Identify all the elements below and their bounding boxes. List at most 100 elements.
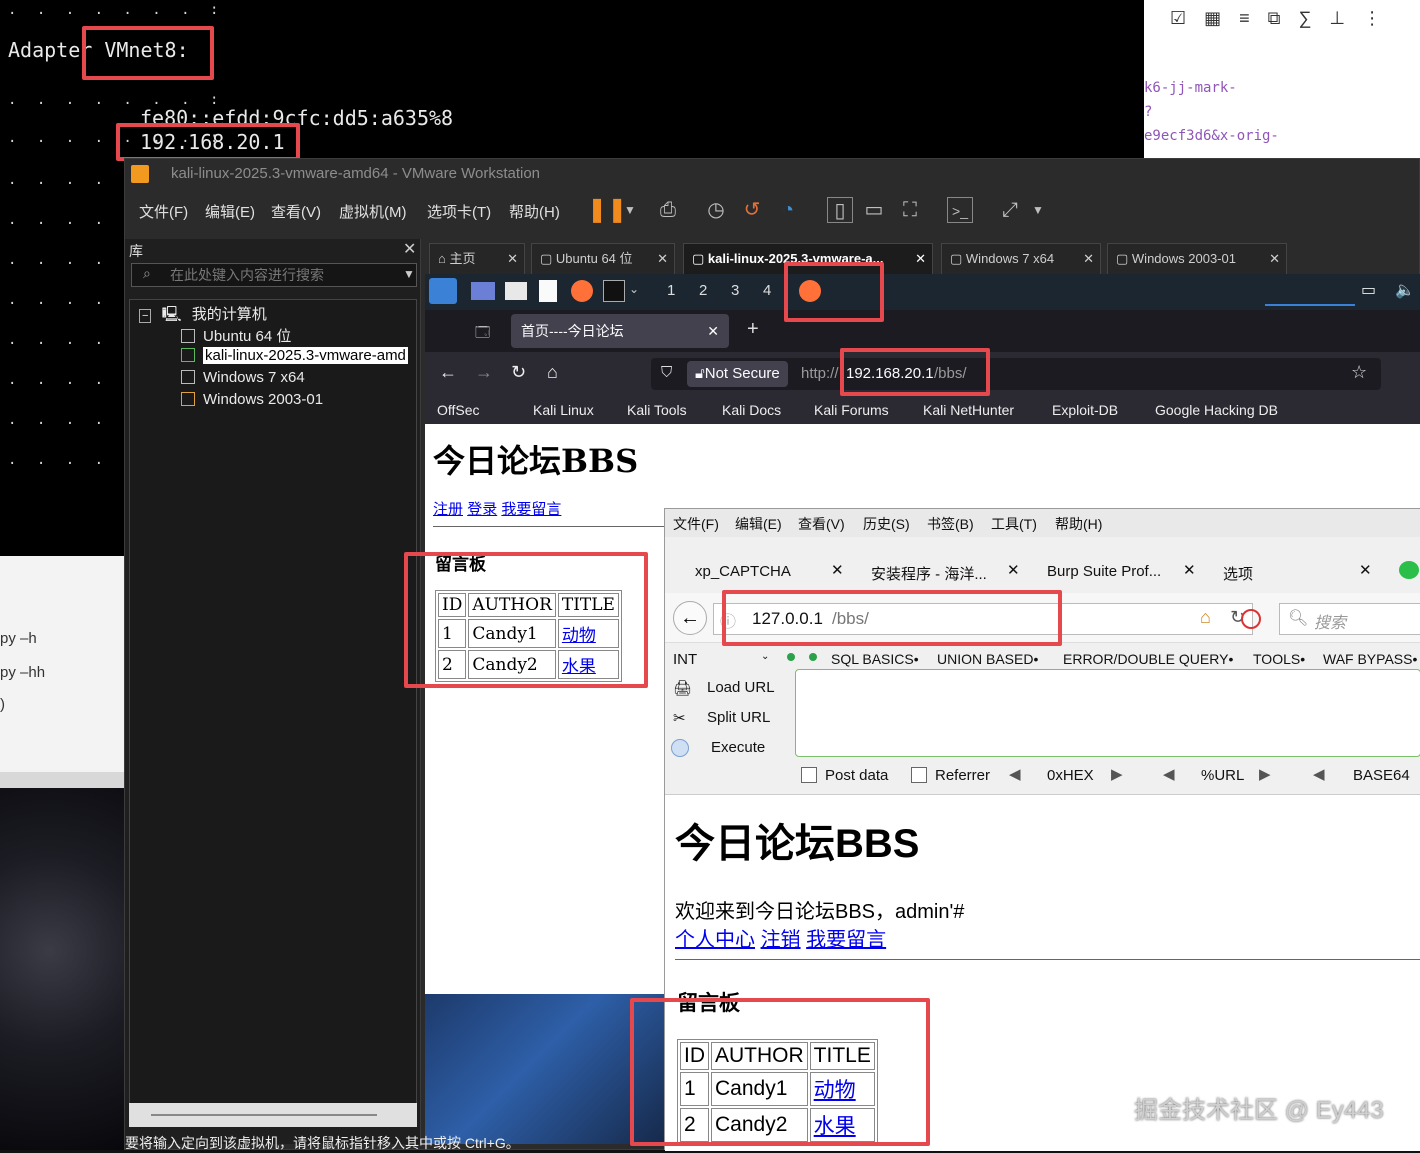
workspace-3[interactable]: 3 [731, 282, 739, 299]
more-icon[interactable]: ⋮ [1363, 8, 1381, 32]
execute-button[interactable]: Execute [711, 739, 765, 756]
shield-icon[interactable]: ⛉ [661, 364, 672, 381]
menu-sql-basics[interactable]: SQL BASICS• [831, 651, 919, 667]
menu-edit[interactable]: 编辑(E) [735, 514, 782, 534]
tree-icon[interactable]: ⊥ [1329, 8, 1345, 32]
scrollbar-thumb[interactable] [151, 1114, 377, 1116]
tree-item-vm[interactable]: Ubuntu 64 位 [181, 325, 291, 346]
url-bar[interactable]: ⛉ 🔓︎Not Secure http:// 192.168.20.1 /bbs… [651, 358, 1381, 390]
bookmark-kali-tools[interactable]: Kali Tools [627, 402, 687, 418]
back-icon[interactable]: ← [439, 362, 457, 383]
file-manager-icon[interactable] [505, 282, 527, 300]
revert-snapshot-icon[interactable]: ↺ [739, 197, 765, 223]
close-icon[interactable]: ✕ [403, 239, 416, 259]
chevron-down-icon[interactable]: ▼ [617, 197, 643, 223]
align-icon[interactable]: ≡ [1239, 8, 1250, 32]
close-icon[interactable]: ✕ [1269, 244, 1280, 274]
menu-file[interactable]: 文件(F) [139, 201, 188, 222]
bookmark-kali-docs[interactable]: Kali Docs [722, 402, 781, 418]
library-toggle-icon[interactable]: ▯ [827, 197, 853, 223]
bookmark-star-icon[interactable]: ☆ [1351, 362, 1367, 383]
volume-icon[interactable]: 🔈 [1395, 280, 1415, 300]
bookmark-kali-linux[interactable]: Kali Linux [533, 402, 594, 418]
tab-ubuntu[interactable]: ▢ Ubuntu 64 位 ✕ [531, 243, 675, 275]
fullscreen-icon[interactable]: ⛶ [897, 197, 923, 223]
tree-item-vm[interactable]: Windows 2003-01 [181, 391, 323, 408]
tab-list-icon[interactable]: 🗔 [475, 322, 490, 346]
menu-bookmarks[interactable]: 书签(B) [927, 514, 974, 534]
new-tab-icon[interactable]: + [747, 318, 759, 341]
load-url-button[interactable]: Load URL [707, 679, 775, 696]
close-icon[interactable]: ✕ [707, 314, 719, 348]
chevron-down-icon[interactable]: ▼ [1025, 197, 1051, 223]
referrer-checkbox[interactable] [911, 767, 927, 783]
reload-icon[interactable]: ↻ [511, 362, 526, 383]
display-icon[interactable]: ▭ [1361, 280, 1376, 300]
menu-help[interactable]: 帮助(H) [1055, 514, 1102, 534]
snapshot-icon[interactable]: ◷ [703, 197, 729, 223]
tab-home[interactable]: ⌂ 主页 ✕ [429, 243, 525, 275]
menu-tabs[interactable]: 选项卡(T) [427, 201, 491, 222]
menu-history[interactable]: 历史(S) [863, 514, 910, 534]
close-icon[interactable]: ✕ [1183, 561, 1196, 579]
snapshot-manager-icon[interactable]: ◔ [775, 197, 801, 223]
menu-waf-bypass[interactable]: WAF BYPASS• [1323, 651, 1417, 667]
console-icon[interactable]: >_ [947, 197, 973, 223]
close-icon[interactable]: ✕ [1007, 561, 1020, 579]
logout-link[interactable]: 注销 [761, 929, 801, 951]
kali-menu-icon[interactable] [429, 278, 457, 304]
stretch-icon[interactable]: ⤢ [997, 197, 1023, 223]
close-icon[interactable]: ✕ [915, 244, 926, 274]
back-icon[interactable]: ← [673, 601, 707, 635]
tab-win7[interactable]: ▢ Windows 7 x64 ✕ [941, 243, 1101, 275]
profile-link[interactable]: 个人中心 [675, 929, 755, 951]
bookmark-exploit-db[interactable]: Exploit-DB [1052, 402, 1118, 418]
bookmark-kali-forums[interactable]: Kali Forums [814, 402, 889, 418]
menu-view[interactable]: 查看(V) [798, 514, 845, 534]
menu-tools[interactable]: 工具(T) [991, 514, 1037, 534]
tab-burp[interactable]: Burp Suite Prof... [1047, 563, 1161, 580]
expand-icon[interactable]: ⧉ [1268, 8, 1281, 32]
tab-options[interactable]: 选项 [1223, 563, 1253, 584]
library-search-input[interactable]: 在此处键入内容进行搜索 [131, 263, 417, 287]
close-icon[interactable]: ✕ [831, 561, 844, 579]
forward-icon[interactable]: → [475, 362, 493, 383]
desktop-icon[interactable] [471, 282, 495, 300]
chevron-down-icon[interactable]: ⌄ [761, 651, 769, 662]
home-icon[interactable]: ⌂ [547, 362, 558, 383]
firefox-tab[interactable]: 首页----今日论坛 ✕ [511, 314, 729, 348]
menu-edit[interactable]: 编辑(E) [205, 201, 255, 222]
decode-arrow-icon[interactable]: ▶ [1259, 765, 1271, 783]
terminal-icon[interactable] [603, 280, 625, 302]
chevron-down-icon[interactable]: ⌄ [629, 282, 639, 296]
menu-file[interactable]: 文件(F) [673, 514, 719, 534]
close-icon[interactable]: ✕ [1083, 244, 1094, 274]
tab-win2003[interactable]: ▢ Windows 2003-01 ✕ [1107, 243, 1287, 275]
home-icon[interactable]: ⌂ [1200, 607, 1211, 628]
sum-icon[interactable]: ∑ [1299, 8, 1312, 32]
close-icon[interactable]: ✕ [657, 244, 668, 274]
workspace-4[interactable]: 4 [763, 282, 771, 299]
tree-item-vm[interactable]: Windows 7 x64 [181, 369, 305, 386]
post-data-checkbox[interactable] [801, 767, 817, 783]
menu-help[interactable]: 帮助(H) [509, 201, 560, 222]
menu-union-based[interactable]: UNION BASED• [937, 651, 1038, 667]
wechat-icon[interactable] [1399, 561, 1419, 579]
tab-installer[interactable]: 安装程序 - 海洋... [871, 563, 987, 584]
post-message-link[interactable]: 我要留言 [806, 929, 886, 951]
menu-vm[interactable]: 虚拟机(M) [339, 201, 407, 222]
bookmark-offsec[interactable]: OffSec [437, 402, 480, 418]
close-icon[interactable]: ✕ [507, 244, 518, 274]
tab-captcha[interactable]: xp_CAPTCHA [695, 563, 791, 580]
search-input[interactable]: 🔍︎ 搜索 [1279, 603, 1420, 635]
menu-tools[interactable]: TOOLS• [1253, 651, 1305, 667]
tree-item-vm-selected[interactable]: kali-linux-2025.3-vmware-amd [181, 347, 421, 364]
bookmark-kali-nethunter[interactable]: Kali NetHunter [923, 402, 1014, 418]
decode-arrow-icon[interactable]: ▶ [1111, 765, 1123, 783]
collapse-icon[interactable]: − [139, 309, 152, 323]
checkbox-icon[interactable]: ☑ [1170, 8, 1186, 32]
table-icon[interactable]: ▦ [1204, 8, 1221, 32]
bookmark-ghdb[interactable]: Google Hacking DB [1155, 402, 1278, 418]
horizontal-scrollbar[interactable] [129, 1103, 417, 1127]
encode-arrow-icon[interactable]: ◀ [1009, 765, 1021, 783]
